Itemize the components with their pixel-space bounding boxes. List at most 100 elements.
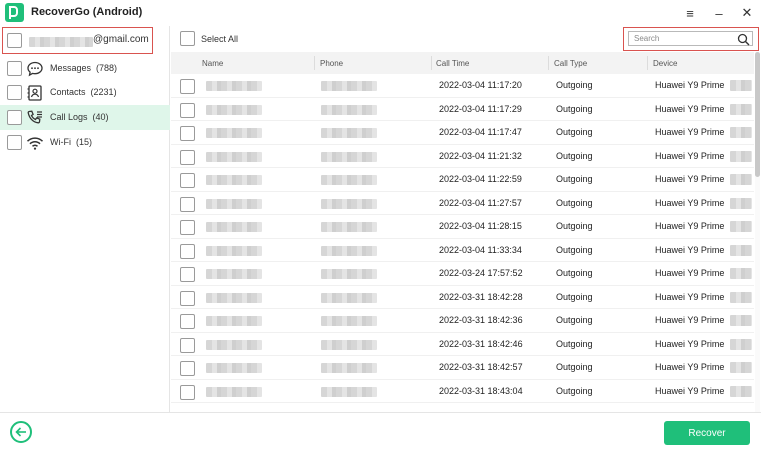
column-header-device[interactable]: Device: [653, 59, 677, 68]
call-type-cell: Outgoing: [556, 362, 593, 372]
name-redacted: [206, 104, 262, 115]
call-time-cell: 2022-03-04 11:17:20: [439, 80, 522, 90]
table-row[interactable]: 2022-03-24 17:57:52 Outgoing Huawei Y9 Pri…: [171, 262, 754, 286]
table-row[interactable]: 2022-03-31 18:42:36 Outgoing Huawei Y9 Pri…: [171, 309, 754, 333]
account-checkbox[interactable]: [7, 33, 22, 48]
table-row[interactable]: 2022-03-04 11:17:29 Outgoing Huawei Y9 Pri…: [171, 98, 754, 121]
table-row[interactable]: 2022-03-04 11:22:59 Outgoing Huawei Y9 Pri…: [171, 168, 754, 192]
call-type-cell: Outgoing: [556, 80, 593, 90]
row-checkbox[interactable]: [180, 196, 195, 212]
call-type-cell: Outgoing: [556, 338, 593, 349]
sidebar-item-wifi[interactable]: Wi-Fi (15): [0, 130, 170, 155]
call-type-cell: Outgoing: [556, 244, 593, 255]
table-row[interactable]: 2022-03-04 11:21:32 Outgoing Huawei Y9 Pri…: [171, 145, 754, 168]
sidebar-item-label: Wi-Fi (15): [50, 137, 93, 147]
table-row[interactable]: 2022-03-31 18:43:04 Outgoing Huawei Y9 Pri…: [171, 380, 754, 403]
row-checkbox[interactable]: [180, 290, 195, 306]
table-row[interactable]: 2022-03-04 11:27:57 Outgoing Huawei Y9 Pri…: [171, 192, 754, 215]
contacts-icon: [27, 85, 42, 101]
table-row[interactable]: 2022-03-04 11:17:20 Outgoing Huawei Y9 Pri…: [171, 74, 754, 98]
row-checkbox[interactable]: [180, 149, 195, 165]
device-cell: Huawei Y9 Prime: [655, 338, 725, 349]
device-suffix-redacted: [730, 315, 752, 326]
phone-redacted: [321, 81, 377, 91]
table-row[interactable]: 2022-03-31 18:42:46 Outgoing Huawei Y9 Pri…: [171, 333, 754, 356]
table-row[interactable]: 2022-03-04 11:28:15 Outgoing Huawei Y9 Pri…: [171, 215, 754, 239]
row-checkbox[interactable]: [180, 243, 195, 259]
menu-icon[interactable]: ≡: [680, 3, 700, 23]
call-time-cell: 2022-03-31 18:42:57: [439, 362, 523, 372]
column-header-call-time[interactable]: Call Time: [436, 59, 469, 68]
app-logo-icon: [5, 3, 24, 22]
sidebar-checkbox[interactable]: [7, 85, 22, 100]
table-row[interactable]: 2022-03-31 18:42:57 Outgoing Huawei Y9 Pri…: [171, 356, 754, 380]
device-cell: Huawei Y9 Prime: [655, 221, 725, 231]
sidebar-checkbox[interactable]: [7, 110, 22, 125]
row-checkbox[interactable]: [180, 126, 195, 141]
sidebar-item-messages[interactable]: Messages (788): [0, 56, 170, 81]
row-checkbox[interactable]: [180, 79, 195, 94]
device-suffix-redacted: [730, 150, 752, 162]
device-cell: Huawei Y9 Prime: [655, 127, 725, 137]
search-icon[interactable]: [737, 33, 750, 46]
call-time-cell: 2022-03-31 18:43:04: [439, 385, 523, 396]
call-time-cell: 2022-03-04 11:22:59: [439, 174, 522, 184]
name-redacted: [206, 151, 262, 162]
name-redacted: [206, 339, 262, 350]
column-header-call-type[interactable]: Call Type: [554, 59, 587, 68]
call-time-cell: 2022-03-31 18:42:36: [439, 315, 523, 325]
phone-redacted: [321, 269, 377, 279]
phone-redacted: [321, 363, 377, 373]
search-input[interactable]: [628, 31, 753, 46]
name-redacted: [206, 198, 262, 209]
row-checkbox[interactable]: [180, 384, 195, 400]
row-checkbox[interactable]: [180, 337, 195, 353]
sidebar-checkbox[interactable]: [7, 135, 22, 150]
scrollbar[interactable]: [755, 52, 760, 412]
call-type-cell: Outgoing: [556, 197, 593, 208]
minimize-icon[interactable]: –: [709, 3, 729, 23]
sidebar-item-contacts[interactable]: Contacts (2231): [0, 80, 170, 105]
table-row[interactable]: 2022-03-31 18:42:28 Outgoing Huawei Y9 Pri…: [171, 286, 754, 309]
device-suffix-redacted: [730, 174, 752, 185]
call-time-cell: 2022-03-04 11:21:32: [439, 150, 522, 161]
account-row[interactable]: @gmail.com: [2, 27, 153, 54]
device-cell: Huawei Y9 Prime: [655, 150, 725, 161]
row-checkbox[interactable]: [180, 267, 195, 282]
device-suffix-redacted: [730, 362, 752, 373]
column-header-phone[interactable]: Phone: [320, 59, 343, 68]
close-icon[interactable]: ✕: [737, 3, 757, 23]
row-checkbox[interactable]: [180, 314, 195, 329]
phone-redacted: [321, 198, 377, 209]
call-type-cell: Outgoing: [556, 103, 593, 114]
name-redacted: [206, 245, 262, 256]
table-row[interactable]: 2022-03-04 11:33:34 Outgoing Huawei Y9 Pri…: [171, 239, 754, 262]
call-type-cell: Outgoing: [556, 174, 593, 184]
table-row[interactable]: 2022-03-04 11:17:47 Outgoing Huawei Y9 Pri…: [171, 121, 754, 145]
scrollbar-thumb[interactable]: [755, 52, 760, 177]
row-checkbox[interactable]: [180, 102, 195, 118]
device-suffix-redacted: [730, 244, 752, 256]
call-type-cell: Outgoing: [556, 385, 593, 396]
select-all-checkbox[interactable]: [180, 31, 195, 46]
device-suffix-redacted: [730, 221, 752, 232]
row-checkbox[interactable]: [180, 361, 195, 376]
call-time-cell: 2022-03-31 18:42:46: [439, 338, 523, 349]
row-checkbox[interactable]: [180, 220, 195, 235]
recover-button[interactable]: Recover: [664, 421, 750, 445]
device-cell: Huawei Y9 Prime: [655, 244, 725, 255]
select-all-label: Select All: [201, 34, 239, 44]
column-divider: [314, 56, 315, 70]
name-redacted: [206, 175, 262, 185]
name-redacted: [206, 386, 262, 397]
device-cell: Huawei Y9 Prime: [655, 174, 725, 184]
sidebar-checkbox[interactable]: [7, 61, 22, 76]
call-type-cell: Outgoing: [556, 268, 593, 278]
column-header-name[interactable]: Name: [202, 59, 223, 68]
call-time-cell: 2022-03-31 18:42:28: [439, 291, 523, 302]
sidebar-item-call-logs[interactable]: Call Logs (40): [0, 105, 170, 130]
toolbar: Select All: [171, 26, 761, 52]
row-checkbox[interactable]: [180, 173, 195, 188]
back-button[interactable]: [10, 421, 32, 443]
call-type-cell: Outgoing: [556, 150, 593, 161]
